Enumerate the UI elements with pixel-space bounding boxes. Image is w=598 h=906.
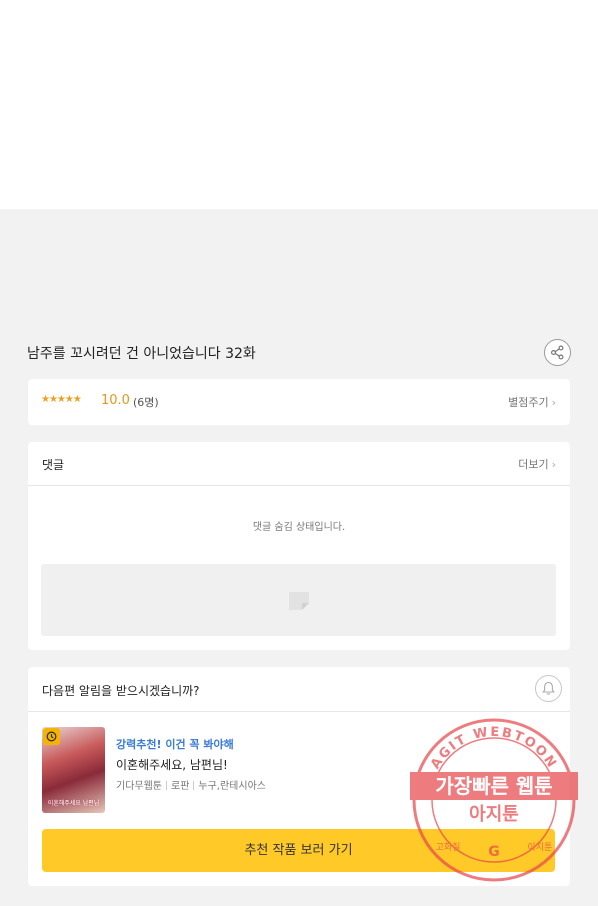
bell-icon	[542, 681, 555, 695]
comments-header: 댓글 더보기 ›	[28, 442, 570, 486]
meta-divider	[193, 781, 195, 790]
comments-card: 댓글 더보기 › 댓글 숨김 상태입니다.	[28, 442, 570, 650]
episode-header: 남주를 꼬시려던 건 아니었습니다 32화	[27, 336, 571, 370]
recommendation-tag: 강력추천! 이건 꼭 봐야해	[116, 738, 234, 751]
notify-card: 다음편 알림을 받으시겠습니까? 이혼해주세요 남편님 강력추천! 이건 꼭 봐…	[28, 667, 570, 886]
rate-button[interactable]: 별점주기 ›	[508, 394, 556, 410]
episode-title: 남주를 꼬시려던 건 아니었습니다 32화	[27, 346, 256, 362]
meta-author: 누구,란테시아스	[198, 781, 266, 792]
notify-bell-button[interactable]	[535, 675, 562, 702]
comment-placeholder-icon	[289, 592, 309, 610]
content-top-area	[0, 0, 598, 209]
comments-title: 댓글	[42, 458, 65, 472]
rating-stars: ★★★★★	[41, 394, 82, 405]
rating-count: (6명)	[133, 396, 159, 409]
notify-header: 다음편 알림을 받으시겠습니까?	[28, 667, 570, 712]
rating-score: 10.0	[101, 393, 130, 408]
share-button[interactable]	[544, 339, 571, 366]
recommendation-meta: 기다무웹툰 로판 누구,란테시아스	[116, 777, 266, 792]
notify-prompt: 다음편 알림을 받으시겠습니까?	[42, 684, 200, 698]
recommendation-button[interactable]: 추천 작품 보러 가기	[42, 829, 555, 872]
share-icon	[551, 345, 564, 360]
thumbnail-caption: 이혼해주세요 남편님	[47, 800, 100, 807]
meta-genre: 로판	[171, 781, 190, 792]
more-label: 더보기	[518, 458, 549, 471]
recommendation-title[interactable]: 이혼해주세요, 남편님!	[116, 756, 228, 773]
clock-icon	[43, 728, 60, 745]
meta-divider	[166, 781, 167, 790]
meta-category: 기다무웹툰	[116, 781, 162, 792]
comment-input-box[interactable]	[41, 564, 556, 636]
comments-more-button[interactable]: 더보기 ›	[518, 456, 556, 472]
rate-label: 별점주기	[508, 396, 549, 409]
rating-card: ★★★★★ 10.0 (6명) 별점주기 ›	[28, 379, 570, 425]
recommendation-thumbnail[interactable]: 이혼해주세요 남편님	[42, 727, 105, 813]
chevron-right-icon: ›	[551, 396, 556, 409]
comments-hidden-message: 댓글 숨김 상태입니다.	[252, 522, 346, 533]
chevron-right-icon: ›	[551, 458, 556, 471]
